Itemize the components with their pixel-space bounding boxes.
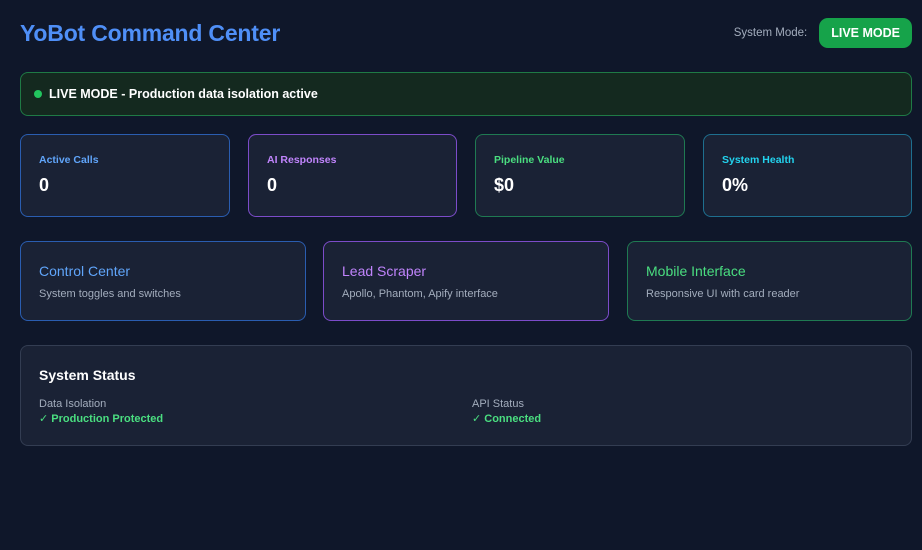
status-item-value: ✓ Connected [472,413,542,425]
page-title: YoBot Command Center [20,20,281,46]
stat-card-active-calls: Active Calls 0 [20,134,230,217]
stat-card-system-health: System Health 0% [703,134,912,217]
stat-value: $0 [494,175,515,195]
system-status-panel: System Status Data Isolation ✓ Productio… [20,345,912,446]
system-status-title: System Status [39,367,136,383]
status-item-label: Data Isolation [39,398,107,410]
stat-label: System Health [722,154,795,166]
feature-card-mobile-interface[interactable]: Mobile Interface Responsive UI with card… [627,241,912,321]
banner-text: LIVE MODE - Production data isolation ac… [49,87,318,101]
status-item-api-status: API Status ✓ Connected [472,398,541,425]
system-mode-label: System Mode: [733,27,808,39]
stat-value: 0 [267,175,278,195]
feature-description: Apollo, Phantom, Apify interface [342,288,498,300]
header: YoBot Command Center System Mode: LIVE M… [20,18,912,50]
live-mode-button[interactable]: LIVE MODE [819,18,912,48]
stat-card-ai-responses: AI Responses 0 [248,134,457,217]
feature-title: Lead Scraper [342,263,427,279]
status-item-value: ✓ Production Protected [39,413,164,425]
feature-description: System toggles and switches [39,288,181,300]
status-item-data-isolation: Data Isolation ✓ Production Protected [39,398,163,425]
status-dot-icon [34,90,42,98]
feature-card-lead-scraper[interactable]: Lead Scraper Apollo, Phantom, Apify inte… [323,241,609,321]
stat-label: AI Responses [267,154,337,166]
stat-value: 0 [39,175,50,195]
stat-value: 0% [722,175,749,195]
feature-title: Control Center [39,263,131,279]
stat-card-pipeline-value: Pipeline Value $0 [475,134,685,217]
feature-title: Mobile Interface [646,263,746,279]
system-mode-group: System Mode: LIVE MODE [734,18,912,48]
feature-card-control-center[interactable]: Control Center System toggles and switch… [20,241,306,321]
status-item-label: API Status [472,398,524,410]
dashboard-page: YoBot Command Center System Mode: LIVE M… [0,0,922,550]
feature-description: Responsive UI with card reader [646,288,800,300]
live-mode-banner: LIVE MODE - Production data isolation ac… [20,72,912,116]
stat-label: Active Calls [39,154,99,166]
stat-label: Pipeline Value [494,154,565,166]
